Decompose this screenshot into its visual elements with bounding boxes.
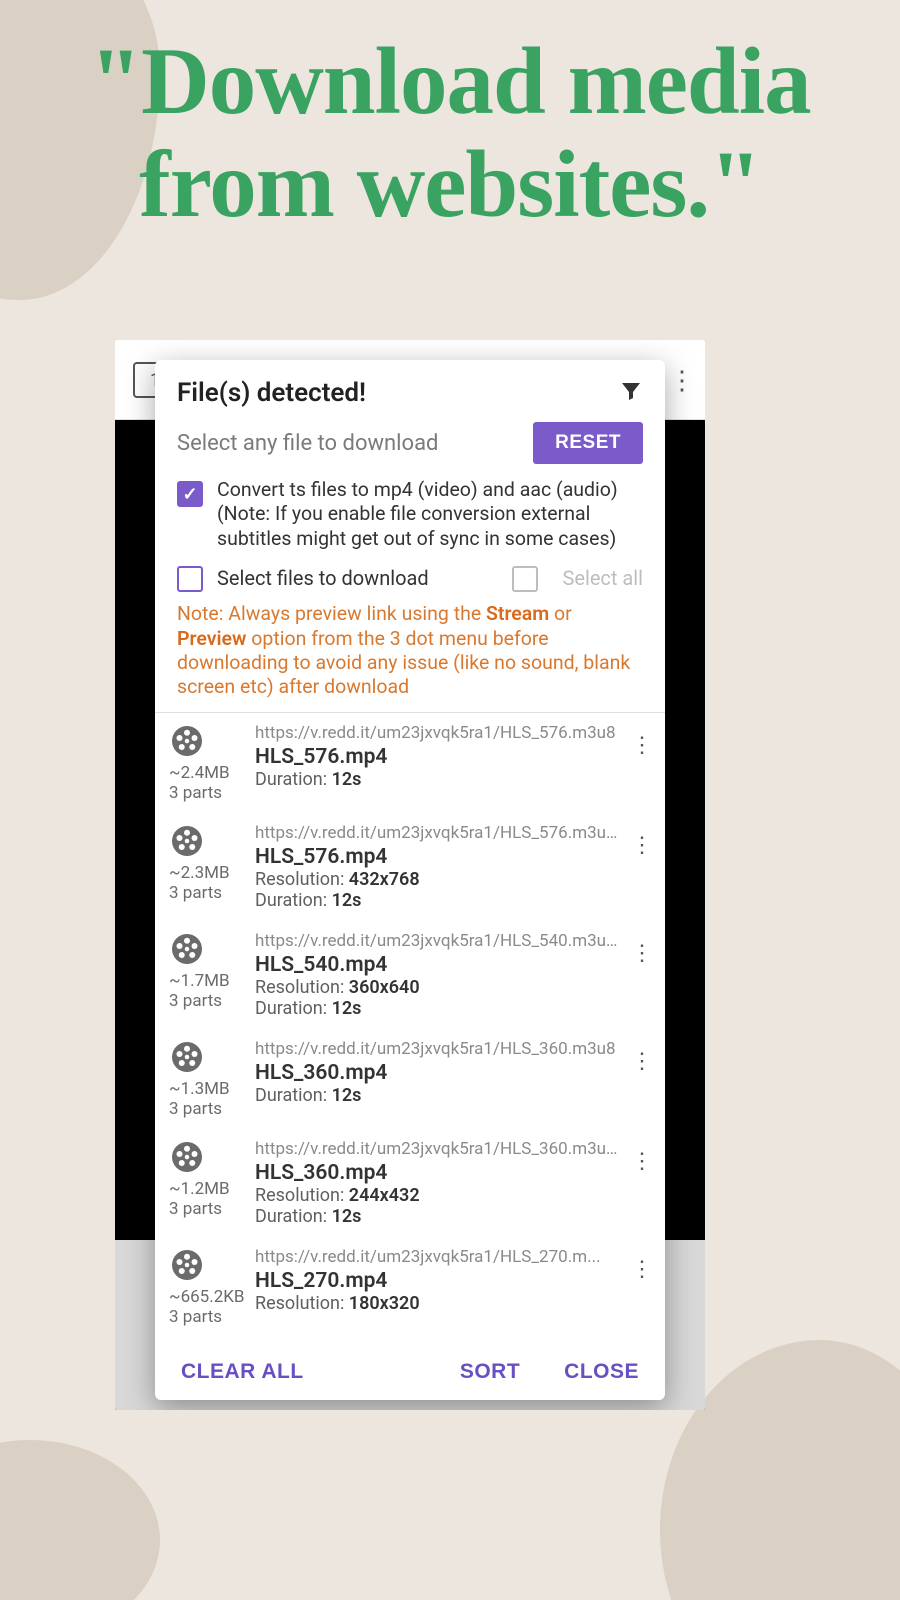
film-reel-icon (169, 1139, 205, 1175)
convert-checkbox[interactable] (177, 481, 203, 507)
file-name: HLS_360.mp4 (255, 1161, 619, 1185)
file-item[interactable]: ~2.3MB3 parts https://v.redd.it/um23jxvqk… (155, 813, 665, 921)
clear-all-button[interactable]: CLEAR ALL (181, 1360, 304, 1384)
item-overflow-icon[interactable]: ⋮ (627, 1039, 657, 1119)
file-parts: 3 parts (169, 883, 247, 903)
item-overflow-icon[interactable]: ⋮ (627, 931, 657, 1019)
select-files-label: Select files to download (217, 566, 498, 590)
file-item[interactable]: ~1.2MB3 parts https://v.redd.it/um23jxvqk… (155, 1129, 665, 1237)
dialog-subtitle: Select any file to download (177, 431, 438, 456)
file-parts: 3 parts (169, 783, 247, 803)
close-button[interactable]: CLOSE (564, 1360, 639, 1384)
download-dialog: File(s) detected! Select any file to dow… (155, 360, 665, 1400)
file-name: HLS_270.mp4 (255, 1269, 619, 1293)
file-item[interactable]: ~2.4MB3 parts https://v.redd.it/um23jxvqk… (155, 713, 665, 813)
select-all-checkbox[interactable] (512, 566, 538, 592)
file-size: ~1.7MB (169, 971, 247, 991)
file-url: https://v.redd.it/um23jxvqk5ra1/HLS_360.… (255, 1139, 619, 1159)
sort-button[interactable]: SORT (460, 1360, 520, 1384)
file-size: ~2.4MB (169, 763, 247, 783)
file-name: HLS_360.mp4 (255, 1061, 619, 1085)
file-list[interactable]: ~2.4MB3 partshttps://v.redd.it/um23jxvqk… (155, 712, 665, 1346)
file-resolution: Resolution: 180x320 (255, 1293, 619, 1314)
file-url: https://v.redd.it/um23jxvqk5ra1/HLS_270.… (255, 1247, 619, 1267)
select-files-checkbox[interactable] (177, 566, 203, 592)
film-reel-icon (169, 1247, 205, 1283)
item-overflow-icon[interactable]: ⋮ (627, 1247, 657, 1327)
file-item[interactable]: ~1.3MB3 parts https://v.redd.it/um23jxvqk… (155, 1029, 665, 1129)
file-name: HLS_576.mp4 (255, 845, 619, 869)
phone-frame: 1 ⋮ File(s) detected! Select any file to… (115, 340, 705, 1410)
promo-headline: "Download media from websites." (0, 30, 900, 235)
file-resolution: Resolution: 432x768 (255, 869, 619, 890)
file-parts: 3 parts (169, 1307, 247, 1327)
file-parts: 3 parts (169, 1199, 247, 1219)
file-size: ~1.2MB (169, 1179, 247, 1199)
file-url: https://v.redd.it/um23jxvqk5ra1/HLS_360.… (255, 1039, 619, 1059)
filter-icon[interactable] (619, 379, 643, 407)
overflow-icon[interactable]: ⋮ (669, 366, 695, 396)
item-overflow-icon[interactable]: ⋮ (627, 723, 657, 803)
file-resolution: Resolution: 360x640 (255, 977, 619, 998)
film-reel-icon (169, 1039, 205, 1075)
file-size: ~1.3MB (169, 1079, 247, 1099)
file-duration: Duration: 12s (255, 1085, 619, 1106)
file-name: HLS_540.mp4 (255, 953, 619, 977)
file-url: https://v.redd.it/um23jxvqk5ra1/HLS_540.… (255, 931, 619, 951)
file-item[interactable]: ~1.7MB3 parts https://v.redd.it/um23jxvqk… (155, 921, 665, 1029)
file-size: ~665.2KB (169, 1287, 247, 1307)
file-parts: 3 parts (169, 1099, 247, 1119)
preview-note: Note: Always preview link using the Stre… (155, 598, 665, 712)
dialog-title: File(s) detected! (177, 378, 366, 408)
file-url: https://v.redd.it/um23jxvqk5ra1/HLS_576.… (255, 823, 619, 843)
item-overflow-icon[interactable]: ⋮ (627, 1139, 657, 1227)
film-reel-icon (169, 823, 205, 859)
film-reel-icon (169, 723, 205, 759)
file-duration: Duration: 12s (255, 998, 619, 1019)
item-overflow-icon[interactable]: ⋮ (627, 823, 657, 911)
film-reel-icon (169, 931, 205, 967)
file-url: https://v.redd.it/um23jxvqk5ra1/HLS_576.… (255, 723, 619, 743)
file-item[interactable]: ~665.2KB3 parts https://v.redd.it/um23jxv… (155, 1237, 665, 1337)
file-name: HLS_576.mp4 (255, 745, 619, 769)
file-duration: Duration: 12s (255, 1206, 619, 1227)
file-duration: Duration: 12s (255, 769, 619, 790)
file-parts: 3 parts (169, 991, 247, 1011)
bg-blob (0, 1440, 160, 1600)
select-all-label: Select all (562, 566, 643, 590)
file-resolution: Resolution: 244x432 (255, 1185, 619, 1206)
reset-button[interactable]: RESET (533, 422, 643, 464)
convert-label: Convert ts files to mp4 (video) and aac … (217, 478, 643, 551)
file-size: ~2.3MB (169, 863, 247, 883)
file-duration: Duration: 12s (255, 890, 619, 911)
